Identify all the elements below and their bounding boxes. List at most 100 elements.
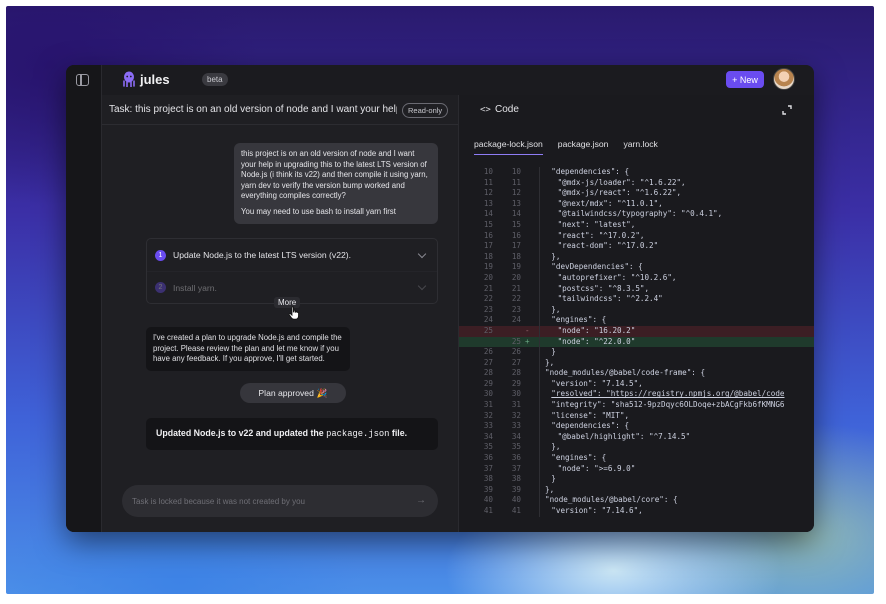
code-text: "devDependencies": { xyxy=(551,262,643,272)
code-header: <> Code xyxy=(459,95,814,125)
code-line: 21 21 "postcss": "^8.3.5", xyxy=(459,283,814,295)
result-suffix: file. xyxy=(389,428,408,438)
code-text: "engines": { xyxy=(551,315,607,325)
old-line-number: 27 xyxy=(483,357,493,367)
code-line: 26 26} xyxy=(459,347,814,358)
new-line-number: 27 xyxy=(511,357,521,367)
old-line-number: 40 xyxy=(483,495,493,505)
indent-guide xyxy=(539,177,540,189)
code-line: 28 28 "node_modules/@babel/code-frame": { xyxy=(459,368,814,379)
code-line: 25 - "node": "16.20.2" xyxy=(459,325,814,337)
code-line: 35 35}, xyxy=(459,442,814,454)
expand-icon[interactable] xyxy=(782,105,792,115)
user-message-text: this project is on an old version of nod… xyxy=(241,149,428,201)
beta-badge: beta xyxy=(202,73,228,86)
new-task-button[interactable]: + New xyxy=(726,71,764,88)
new-line-number: 40 xyxy=(511,495,521,505)
old-line-number: 25 xyxy=(483,325,493,335)
code-line: 17 17 "react-dom": "^17.0.2" xyxy=(459,241,814,252)
indent-guide xyxy=(539,241,540,252)
user-avatar[interactable] xyxy=(773,68,795,90)
sidebar-toggle-icon[interactable] xyxy=(76,74,89,86)
indent-guide xyxy=(539,368,540,379)
diff-sign: - xyxy=(525,325,530,335)
new-line-number: 34 xyxy=(511,431,521,441)
code-text: "node": ">=6.9.0" xyxy=(557,463,636,473)
old-line-number: 20 xyxy=(483,272,493,282)
code-text: "autoprefixer": "^10.2.6", xyxy=(557,272,677,282)
code-line: 10 10 "dependencies": { xyxy=(459,167,814,178)
code-text: "dependencies": { xyxy=(551,421,630,431)
new-line-number: 25 xyxy=(511,336,521,346)
chat-input-box: → xyxy=(122,485,438,517)
code-text: "postcss": "^8.3.5", xyxy=(557,283,650,293)
new-line-number: 23 xyxy=(511,304,521,314)
old-line-number: 30 xyxy=(483,389,493,399)
chevron-down-icon[interactable] xyxy=(417,281,427,291)
indent-guide xyxy=(539,410,540,422)
indent-guide xyxy=(539,506,540,517)
indent-guide xyxy=(539,262,540,273)
old-line-number: 34 xyxy=(483,431,493,441)
code-line: 11 11 "@mdx-js/loader": "^1.6.22", xyxy=(459,177,814,189)
new-line-number: 37 xyxy=(511,463,521,473)
code-line: 34 34 "@babel/highlight": "^7.14.5" xyxy=(459,431,814,443)
code-line: 36 36 "engines": { xyxy=(459,453,814,464)
plan-approved-label: Plan approved xyxy=(258,388,314,398)
tab-yarn-lock[interactable]: yarn.lock xyxy=(623,139,657,155)
code-line: 16 16 "react": "^17.0.2", xyxy=(459,230,814,242)
code-line: 29 29 "version": "7.14.5", xyxy=(459,378,814,390)
code-line: 19 19 "devDependencies": { xyxy=(459,262,814,273)
old-line-number: 23 xyxy=(483,304,493,314)
file-tabs: package-lock.json package.json yarn.lock xyxy=(474,139,658,155)
new-line-number: 19 xyxy=(511,262,521,272)
arrow-right-icon[interactable]: → xyxy=(416,495,426,506)
code-text: "node": "16.20.2" xyxy=(557,325,636,335)
code-line: 30 30 "resolved": "https://registry.npmjs.… xyxy=(459,389,814,401)
old-line-number: 18 xyxy=(483,251,493,261)
new-line-number: 36 xyxy=(511,453,521,463)
new-line-number: 22 xyxy=(511,294,521,304)
party-popper-icon: 🎉 xyxy=(316,387,328,398)
code-text: "license": "MIT", xyxy=(551,410,630,420)
result-message: Updated Node.js to v22 and updated the p… xyxy=(146,418,438,450)
code-line: 41 41 "version": "7.14.6", xyxy=(459,506,814,517)
indent-guide xyxy=(539,378,540,390)
code-line: 33 33 "dependencies": { xyxy=(459,421,814,432)
code-text: "react": "^17.0.2", xyxy=(557,230,645,240)
code-text: "@tailwindcss/typography": "^0.4.1", xyxy=(557,209,723,219)
new-line-number: 24 xyxy=(511,315,521,325)
left-rail xyxy=(66,65,102,532)
indent-guide xyxy=(539,219,540,231)
new-line-number: 18 xyxy=(511,251,521,261)
tab-package-lock[interactable]: package-lock.json xyxy=(474,139,543,155)
indent-guide xyxy=(539,336,540,348)
tab-package-json[interactable]: package.json xyxy=(558,139,609,155)
old-line-number: 32 xyxy=(483,410,493,420)
new-line-number: 12 xyxy=(511,188,521,198)
old-line-number: 19 xyxy=(483,262,493,272)
plan-step[interactable]: 1 Update Node.js to the latest LTS versi… xyxy=(147,239,437,271)
new-line-number: 33 xyxy=(511,421,521,431)
old-line-number: 37 xyxy=(483,463,493,473)
indent-guide xyxy=(539,495,540,506)
code-panel: <> Code package-lock.json package.json y… xyxy=(458,95,814,532)
code-text: }, xyxy=(545,357,555,367)
code-text: "node_modules/@babel/code-frame": { xyxy=(545,368,706,378)
diff-sign: + xyxy=(525,336,530,346)
step-number-badge: 2 xyxy=(155,282,166,293)
step-label: Update Node.js to the latest LTS version… xyxy=(173,250,352,260)
new-line-number: 35 xyxy=(511,442,521,452)
user-message-bubble: this project is on an old version of nod… xyxy=(234,143,438,224)
user-message-note: You may need to use bash to install yarn… xyxy=(241,206,396,216)
chevron-down-icon[interactable] xyxy=(417,249,427,258)
chat-input[interactable] xyxy=(132,493,392,509)
new-line-number: 28 xyxy=(511,368,521,378)
old-line-number: 17 xyxy=(483,241,493,251)
old-line-number: 21 xyxy=(483,283,493,293)
code-line: 38 38} xyxy=(459,474,814,485)
new-line-number: 16 xyxy=(511,230,521,240)
result-filename: package.json xyxy=(326,429,390,439)
new-line-number: 17 xyxy=(511,241,521,251)
code-text: "node": "^22.0.0" xyxy=(557,336,636,346)
